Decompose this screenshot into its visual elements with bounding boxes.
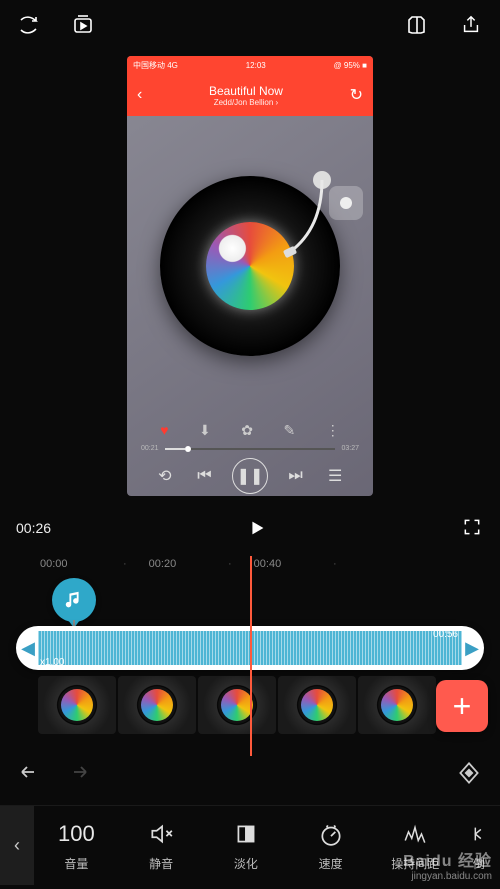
reverse-icon: [468, 819, 490, 849]
ruler-tick: [355, 558, 460, 570]
tool-adjust[interactable]: 操持间距: [373, 806, 458, 885]
redo-button: [64, 763, 90, 788]
playback-time: 00:26: [16, 520, 51, 536]
phone-preview[interactable]: 中国移动 4G 12:03 @ 95% ■ ‹ Beautiful Now Ze…: [127, 56, 373, 496]
tool-mute[interactable]: 静音: [119, 806, 204, 885]
video-thumb[interactable]: [278, 676, 356, 734]
play-button[interactable]: [243, 514, 271, 542]
next-track-icon: ⏭: [284, 464, 308, 488]
keyframe-icon[interactable]: [456, 760, 482, 791]
video-thumb[interactable]: [358, 676, 436, 734]
tool-speed[interactable]: 速度: [288, 806, 373, 885]
phone-progress: 00:21 03:27: [127, 439, 373, 458]
tool-label: 倒: [473, 855, 485, 872]
fade-icon: [233, 819, 259, 849]
volume-value: 100: [58, 821, 95, 847]
play-box-icon[interactable]: [70, 12, 96, 38]
playhead[interactable]: [250, 556, 252, 756]
carrier-label: 中国移动 4G: [133, 60, 178, 71]
card-stack-icon[interactable]: [404, 12, 430, 38]
album-art: [206, 222, 294, 310]
bottom-toolbar: ‹ 100 音量 静音 淡化 速度 操持间距 倒: [0, 805, 500, 885]
undo-button[interactable]: [18, 763, 44, 788]
download-icon: ⬇: [199, 422, 211, 439]
adjust-icon: [402, 819, 428, 849]
comment-icon: ✎: [283, 422, 295, 439]
tool-label: 音量: [64, 855, 88, 872]
vinyl-disc: [160, 176, 340, 356]
refresh-icon: ↻: [350, 85, 363, 105]
progress-current: 00:21: [141, 445, 159, 452]
tool-label: 速度: [319, 855, 343, 872]
tool-label: 淡化: [234, 855, 258, 872]
ruler-tick: 00:20: [145, 558, 250, 570]
share-icon[interactable]: [458, 12, 484, 38]
battery-label: @ 95% ■: [334, 61, 367, 70]
progress-bar: [165, 448, 336, 450]
clip-handle-left[interactable]: ◀: [20, 638, 36, 659]
phone-status-bar: 中国移动 4G 12:03 @ 95% ■: [127, 56, 373, 74]
prev-track-icon: ⏮: [192, 464, 216, 488]
preview-area: 中国移动 4G 12:03 @ 95% ■ ‹ Beautiful Now Ze…: [0, 50, 500, 506]
tool-fade[interactable]: 淡化: [203, 806, 288, 885]
clip-handle-right[interactable]: ▶: [464, 638, 480, 659]
progress-total: 03:27: [341, 445, 359, 452]
phone-action-row: ♥ ⬇ ✿ ✎ ⋮: [127, 422, 373, 439]
tool-volume[interactable]: 100 音量: [34, 806, 119, 885]
clock-label: 12:03: [246, 61, 266, 70]
mute-icon: [148, 819, 174, 849]
video-thumb[interactable]: [38, 676, 116, 734]
fullscreen-icon[interactable]: [462, 517, 484, 539]
tool-reverse[interactable]: 倒: [458, 806, 500, 885]
video-thumb[interactable]: [118, 676, 196, 734]
pause-icon: ❚❚: [232, 458, 268, 494]
phone-body: [127, 116, 373, 416]
nav-icon[interactable]: [16, 12, 42, 38]
song-title: Beautiful Now: [209, 84, 283, 98]
phone-header: ‹ Beautiful Now Zedd/Jon Bellion › ↻: [127, 74, 373, 116]
heart-icon: ♥: [160, 422, 168, 439]
playlist-icon: ☰: [323, 464, 347, 488]
top-toolbar: [0, 0, 500, 50]
more-icon: ⋮: [326, 422, 340, 439]
effect-icon: ✿: [241, 422, 253, 439]
playback-row: 00:26: [0, 506, 500, 556]
speed-icon: [318, 819, 344, 849]
music-marker[interactable]: [52, 578, 96, 622]
ruler-tick: 00:00: [40, 558, 145, 570]
phone-playback-controls: ⟲ ⏮ ❚❚ ⏭ ☰: [127, 458, 373, 496]
song-artist: Zedd/Jon Bellion ›: [209, 98, 283, 107]
video-thumb[interactable]: [198, 676, 276, 734]
clip-duration: 00:56: [433, 629, 458, 640]
ruler-tick: 00:40: [250, 558, 355, 570]
repeat-icon: ⟲: [153, 464, 177, 488]
record-badge: [329, 186, 363, 220]
add-clip-button[interactable]: +: [436, 680, 488, 732]
tool-label: 操持间距: [391, 855, 439, 872]
clip-speed: x1.00: [40, 657, 64, 668]
back-icon: ‹: [137, 86, 142, 104]
collapse-button[interactable]: ‹: [0, 806, 34, 885]
tool-label: 静音: [149, 855, 173, 872]
timeline[interactable]: 00:00 00:20 00:40 ◀ ▶ 00:56 x1.00 +: [0, 556, 500, 742]
